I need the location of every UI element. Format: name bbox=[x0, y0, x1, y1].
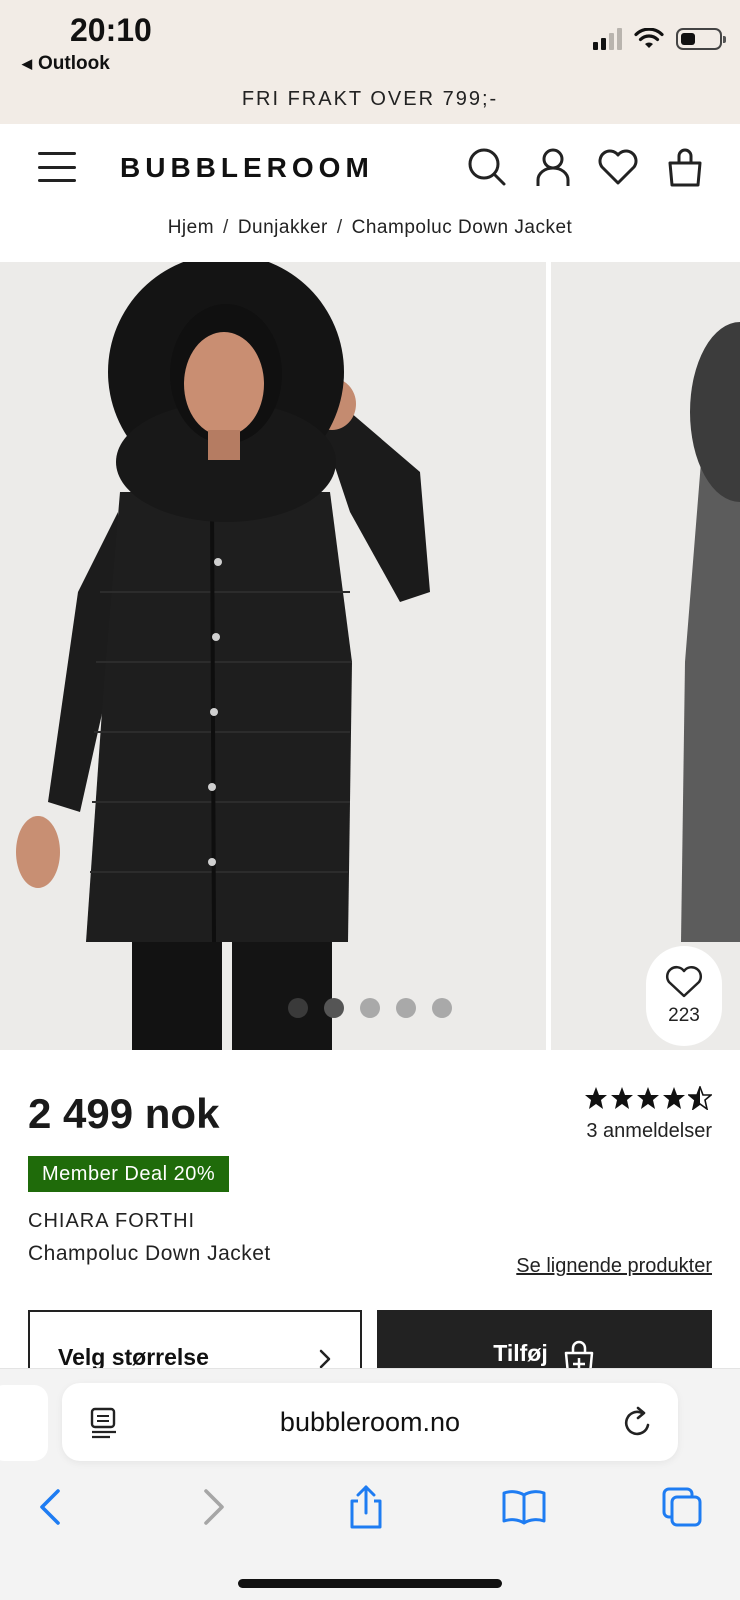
star-filled-icon bbox=[611, 1087, 633, 1109]
gallery-pagination bbox=[288, 998, 452, 1018]
select-size-label: Velg størrelse bbox=[58, 1344, 209, 1370]
star-filled-icon bbox=[585, 1087, 607, 1109]
back-to-app[interactable]: ◀ Outlook bbox=[22, 53, 110, 75]
share-icon[interactable] bbox=[344, 1485, 388, 1529]
heart-icon[interactable] bbox=[597, 146, 639, 188]
rating-stars[interactable] bbox=[584, 1086, 712, 1110]
address-bar[interactable]: bubbleroom.no bbox=[62, 1383, 678, 1461]
gallery-dot[interactable] bbox=[324, 998, 344, 1018]
breadcrumb-category[interactable]: Dunjakker bbox=[238, 217, 328, 238]
gallery-dot[interactable] bbox=[360, 998, 380, 1018]
top-area: 20:10 ◀ Outlook FRI FRAKT OVER 799;- bbox=[0, 0, 740, 124]
battery-icon bbox=[676, 28, 726, 50]
product-gallery[interactable]: 223 bbox=[0, 262, 740, 1050]
gallery-dot[interactable] bbox=[288, 998, 308, 1018]
jacket-side-photo bbox=[551, 262, 740, 1050]
back-app-label: Outlook bbox=[38, 53, 110, 74]
chevron-right-icon bbox=[319, 1349, 331, 1369]
product-name: Champoluc Down Jacket bbox=[28, 1242, 271, 1265]
gallery-dot[interactable] bbox=[396, 998, 416, 1018]
bag-icon[interactable] bbox=[664, 146, 706, 188]
breadcrumb-home[interactable]: Hjem bbox=[168, 217, 214, 238]
forward-icon[interactable] bbox=[190, 1485, 234, 1529]
account-icon[interactable] bbox=[532, 146, 574, 188]
product-price: 2 499 nok bbox=[28, 1090, 220, 1137]
status-time: 20:10 bbox=[70, 12, 152, 48]
wishlist-button[interactable]: 223 bbox=[646, 946, 722, 1046]
wifi-icon bbox=[634, 28, 664, 48]
menu-icon[interactable] bbox=[38, 152, 76, 182]
url-text: bubbleroom.no bbox=[279, 1407, 461, 1437]
bookmarks-icon[interactable] bbox=[502, 1485, 546, 1529]
cellular-signal-icon bbox=[593, 28, 622, 50]
member-deal-badge: Member Deal 20% bbox=[28, 1156, 230, 1192]
wishlist-count: 223 bbox=[668, 1005, 700, 1026]
similar-products-link[interactable]: Se lignende produkter bbox=[516, 1255, 712, 1278]
back-icon[interactable] bbox=[30, 1485, 74, 1529]
tabs-icon[interactable] bbox=[660, 1485, 704, 1529]
previous-tab-preview[interactable] bbox=[0, 1385, 48, 1461]
home-indicator[interactable] bbox=[238, 1579, 502, 1588]
star-filled-icon bbox=[663, 1087, 685, 1109]
browser-toolbar: bubbleroom.no bbox=[0, 1368, 740, 1600]
review-count[interactable]: 3 anmeldelser bbox=[586, 1120, 712, 1143]
product-brand[interactable]: CHIARA FORTHI bbox=[28, 1210, 195, 1233]
search-icon[interactable] bbox=[466, 146, 508, 188]
breadcrumb-current: Champoluc Down Jacket bbox=[351, 217, 573, 238]
site-logo[interactable]: BUBBLEROOM bbox=[120, 152, 374, 184]
reload-icon[interactable] bbox=[622, 1405, 654, 1439]
back-triangle-icon: ◀ bbox=[22, 56, 32, 71]
star-filled-icon bbox=[637, 1087, 659, 1109]
status-icons bbox=[593, 28, 726, 50]
jacket-model-photo bbox=[0, 262, 546, 1050]
site-header: BUBBLEROOM bbox=[0, 124, 740, 214]
free-shipping-banner: FRI FRAKT OVER 799;- bbox=[241, 88, 499, 110]
add-to-cart-label: Tilføj bbox=[493, 1340, 548, 1366]
breadcrumb: Hjem / Dunjakker / Champoluc Down Jacket bbox=[167, 217, 573, 238]
gallery-dot[interactable] bbox=[432, 998, 452, 1018]
product-image-1[interactable] bbox=[0, 262, 546, 1050]
star-half-icon bbox=[688, 1086, 712, 1110]
browser-nav bbox=[0, 1485, 740, 1545]
heart-icon bbox=[666, 966, 702, 998]
product-image-2[interactable] bbox=[551, 262, 740, 1050]
